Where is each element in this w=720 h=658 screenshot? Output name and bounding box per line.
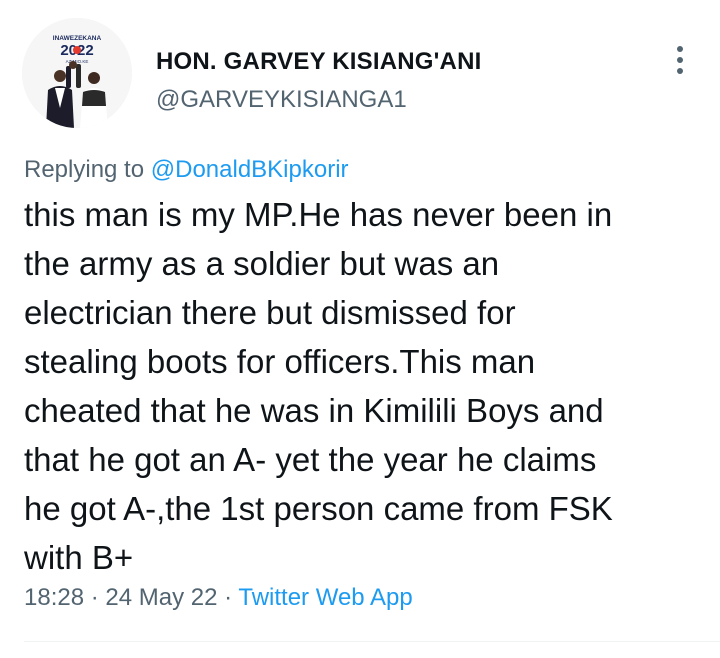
replying-to: Replying to @DonaldBKipkorir [24, 156, 349, 184]
replying-to-label: Replying to [24, 156, 151, 183]
avatar[interactable]: INAWEZEKANA 2022 AZIMIO.KE [22, 18, 132, 128]
tweet-time[interactable]: 18:28 [24, 584, 84, 611]
meta-separator: · [217, 584, 239, 611]
avatar-site: AZIMIO.KE [66, 59, 89, 64]
divider [24, 641, 720, 642]
avatar-image: INAWEZEKANA 2022 AZIMIO.KE [22, 18, 132, 128]
tweet-card: INAWEZEKANA 2022 AZIMIO.KE HON. GARVEY K… [0, 0, 720, 658]
avatar-slogan: INAWEZEKANA [53, 35, 102, 42]
tweet-source-link[interactable]: Twitter Web App [238, 584, 412, 611]
more-options-button[interactable] [666, 40, 694, 80]
author-handle[interactable]: @GARVEYKISIANGA1 [156, 86, 407, 114]
tweet-date[interactable]: 24 May 22 [105, 584, 217, 611]
more-vertical-icon [677, 46, 683, 74]
meta-separator: · [84, 584, 106, 611]
author-display-name[interactable]: HON. GARVEY KISIANG'ANI [156, 48, 481, 76]
tweet-meta: 18:28 · 24 May 22 · Twitter Web App [24, 584, 413, 612]
tweet-text: this man is my MP.He has never been in t… [24, 196, 613, 576]
replying-to-handle-link[interactable]: @DonaldBKipkorir [151, 156, 349, 183]
